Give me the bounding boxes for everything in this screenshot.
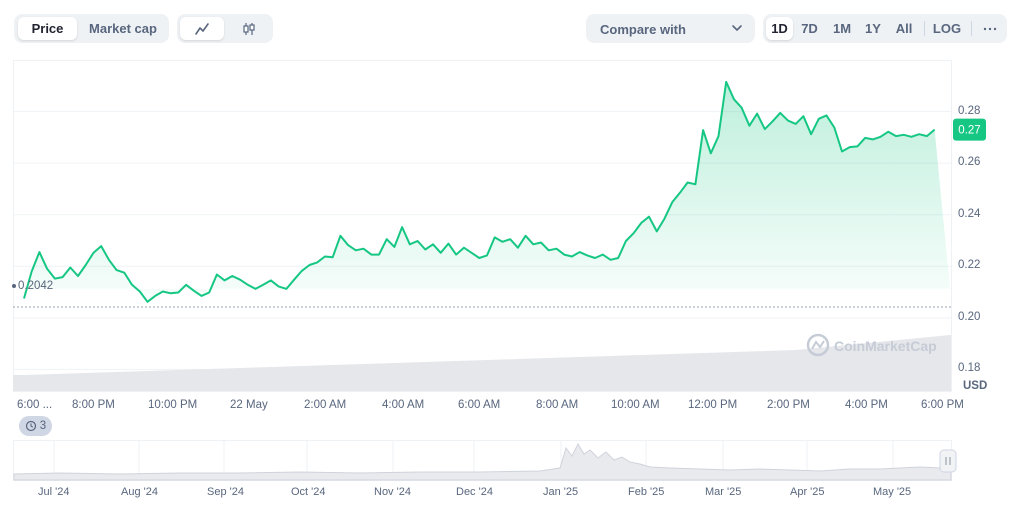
x-tick-label: 8:00 AM — [536, 399, 579, 411]
x-tick-label: 6:00 ... — [17, 399, 53, 411]
x-tick-label: 6:00 AM — [458, 399, 501, 411]
open-price-dot — [12, 283, 16, 288]
navigator-month-label: Jul '24 — [38, 486, 70, 498]
navigator-month-label: Aug '24 — [121, 486, 158, 498]
volume-area — [13, 335, 951, 391]
y-unit-label: USD — [963, 380, 988, 392]
x-tick-label: 2:00 PM — [767, 399, 810, 411]
open-price-label: 0.2042 — [12, 280, 53, 292]
navigator-month-label: May '25 — [873, 486, 912, 498]
x-tick-label: 4:00 PM — [845, 399, 888, 411]
x-tick-label: 6:00 PM — [921, 399, 964, 411]
navigator-month-label: Apr '25 — [790, 486, 825, 498]
x-tick-label: 8:00 PM — [72, 399, 115, 411]
current-price-tag: 0.27 — [953, 118, 986, 141]
y-tick-label: 0.22 — [958, 259, 981, 272]
navigator-month-label: Feb '25 — [628, 486, 665, 498]
events-badge[interactable]: 3 — [19, 416, 52, 436]
x-tick-label: 12:00 PM — [688, 399, 738, 411]
events-count: 3 — [39, 420, 47, 432]
open-price-value: 0.2042 — [18, 280, 54, 292]
navigator-month-label: Sep '24 — [207, 486, 244, 498]
price-area-fill — [24, 81, 950, 302]
navigator-handle[interactable] — [939, 449, 957, 473]
x-tick-label: 4:00 AM — [382, 399, 425, 411]
navigator-month-label: Oct '24 — [291, 486, 326, 498]
y-tick-label: 0.24 — [958, 207, 981, 220]
current-price-value: 0.27 — [958, 125, 980, 137]
navigator-month-label: Nov '24 — [374, 486, 411, 498]
x-tick-label: 10:00 PM — [148, 399, 198, 411]
watermark-text: CoinMarketCap — [834, 338, 937, 354]
x-tick-label: 2:00 AM — [304, 399, 347, 411]
y-tick-label: 0.28 — [958, 104, 981, 117]
y-tick-label: 0.20 — [958, 310, 981, 323]
navigator-month-label: Mar '25 — [705, 486, 742, 498]
navigator-month-label: Dec '24 — [456, 486, 493, 498]
x-tick-label: 10:00 AM — [611, 399, 660, 411]
x-tick-label: 22 May — [230, 399, 268, 411]
y-tick-label: 0.18 — [958, 362, 981, 375]
history-icon — [25, 420, 36, 432]
y-tick-label: 0.26 — [958, 156, 981, 169]
range-navigator[interactable] — [0, 440, 1024, 485]
navigator-month-label: Jan '25 — [543, 486, 579, 498]
